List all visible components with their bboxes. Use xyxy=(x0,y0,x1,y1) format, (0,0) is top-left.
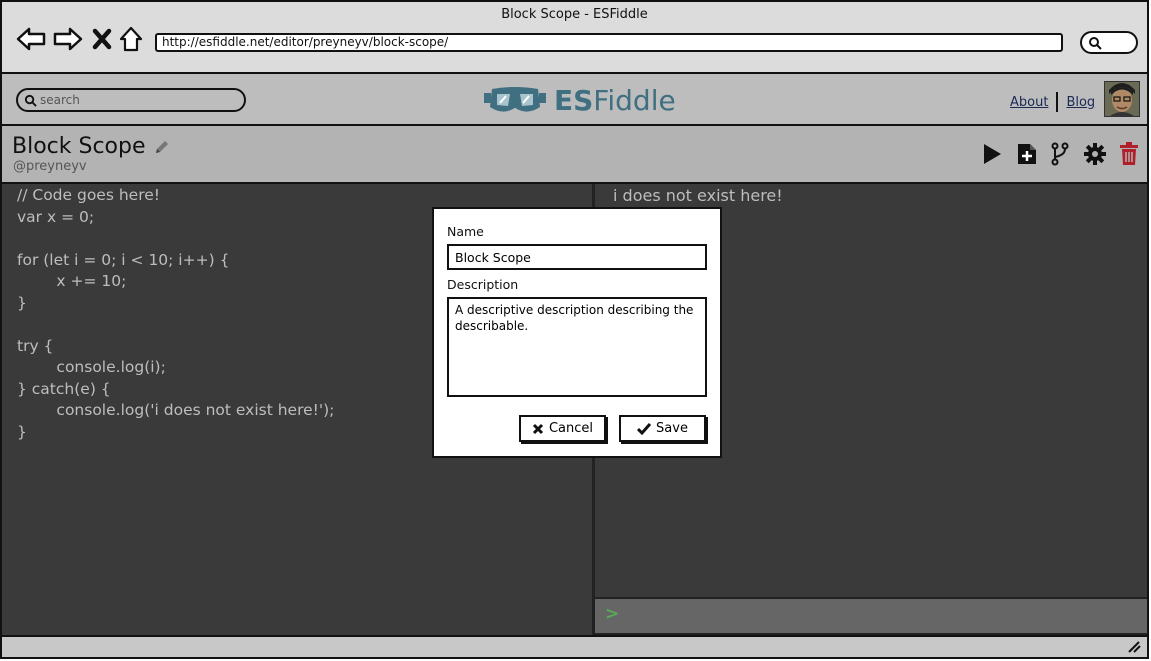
close-icon xyxy=(532,423,544,434)
fork-icon[interactable] xyxy=(1048,142,1072,166)
back-arrow-icon[interactable] xyxy=(16,24,46,54)
browser-window: Block Scope - ESFiddle http://esfiddle.n… xyxy=(0,0,1149,659)
app-header: search ESFiddle About Blog xyxy=(2,74,1147,126)
home-icon[interactable] xyxy=(118,24,144,54)
gear-icon[interactable] xyxy=(1083,142,1107,166)
page-title: Block Scope xyxy=(12,134,146,159)
search-icon xyxy=(1089,37,1102,50)
new-file-icon[interactable] xyxy=(1015,142,1039,166)
stop-icon[interactable] xyxy=(89,24,115,54)
name-label: Name xyxy=(447,224,484,239)
search-placeholder: search xyxy=(40,93,80,107)
save-label: Save xyxy=(656,421,688,436)
forward-arrow-icon[interactable] xyxy=(53,24,83,54)
fiddle-author: @preyneyv xyxy=(13,159,87,174)
avatar[interactable] xyxy=(1104,81,1140,117)
esfiddle-logo[interactable]: ESFiddle xyxy=(484,82,676,118)
pencil-icon[interactable] xyxy=(154,139,170,159)
link-divider xyxy=(1056,92,1059,112)
logo-text: ESFiddle xyxy=(554,84,676,117)
console-prompt: > xyxy=(605,604,620,624)
goggles-icon xyxy=(484,87,546,112)
cancel-label: Cancel xyxy=(548,421,594,436)
logo-text-bold: ES xyxy=(554,83,594,117)
checkmark-icon xyxy=(637,422,652,435)
address-bar[interactable]: http://esfiddle.net/editor/preyneyv/bloc… xyxy=(155,33,1063,52)
play-icon[interactable] xyxy=(980,142,1004,166)
description-field[interactable]: A descriptive description describing the… xyxy=(447,297,707,397)
name-field[interactable] xyxy=(447,244,707,270)
resize-handle-icon[interactable] xyxy=(1127,641,1141,653)
save-button[interactable]: Save xyxy=(619,415,706,442)
search-icon xyxy=(24,94,37,107)
search-input[interactable]: search xyxy=(16,88,246,112)
description-label: Description xyxy=(447,277,519,292)
about-link[interactable]: About xyxy=(1010,95,1048,110)
browser-search-field[interactable] xyxy=(1080,31,1138,54)
fiddle-titlebar: Block Scope @preyneyv xyxy=(2,126,1147,184)
trash-icon[interactable] xyxy=(1117,142,1141,166)
header-links: About Blog xyxy=(1010,92,1095,112)
status-bar xyxy=(2,635,1147,657)
cancel-button[interactable]: Cancel xyxy=(519,415,606,442)
logo-text-rest: Fiddle xyxy=(593,83,676,117)
edit-fiddle-dialog: Name Description A descriptive descripti… xyxy=(432,207,722,458)
blog-link[interactable]: Blog xyxy=(1066,95,1095,110)
output-line: i does not exist here! xyxy=(613,186,783,205)
code-content[interactable]: // Code goes here! var x = 0; for (let i… xyxy=(17,185,334,443)
window-title: Block Scope - ESFiddle xyxy=(501,7,648,22)
console-input[interactable]: > xyxy=(593,597,1147,635)
browser-chrome: Block Scope - ESFiddle http://esfiddle.n… xyxy=(2,2,1147,74)
